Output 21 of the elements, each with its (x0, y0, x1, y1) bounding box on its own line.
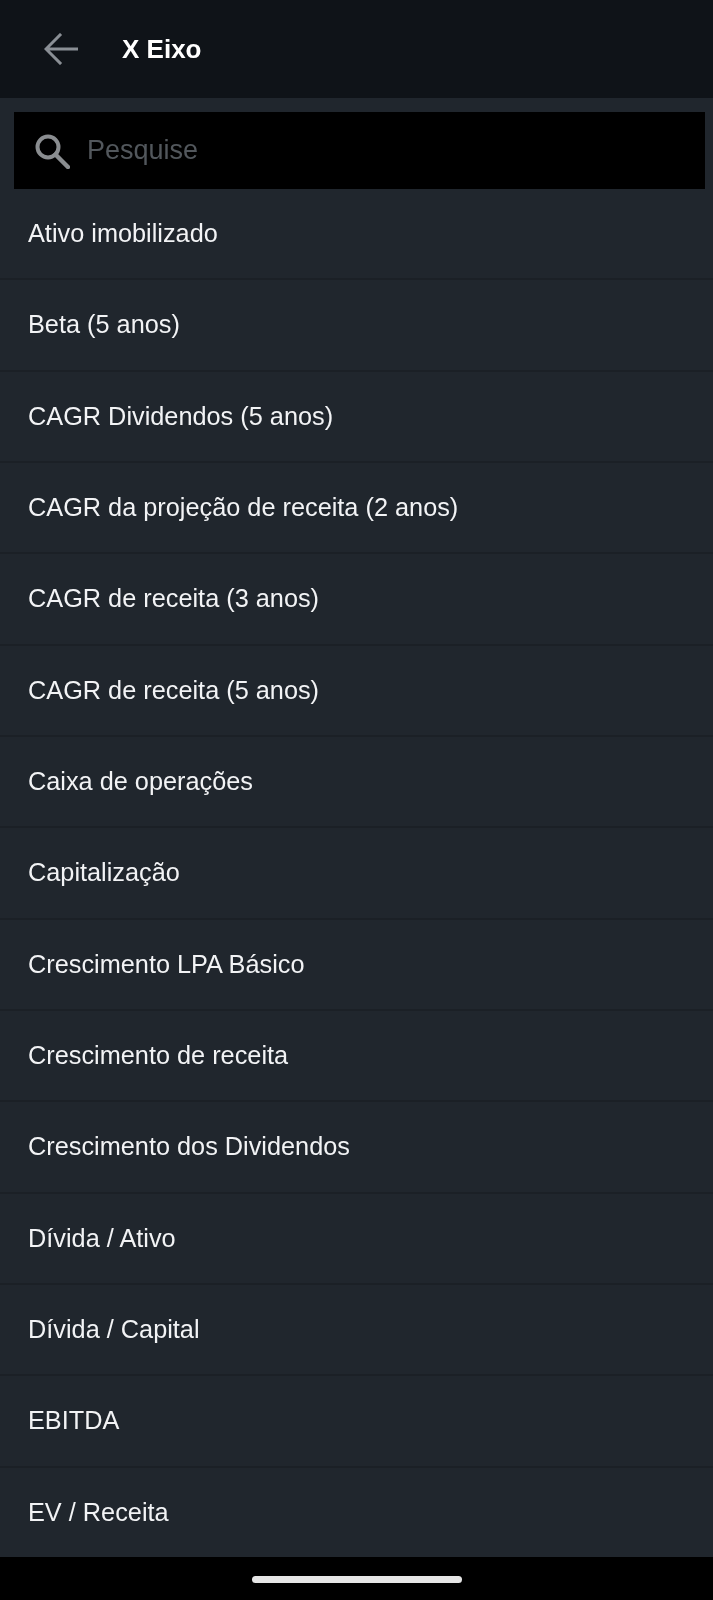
list-item[interactable]: Crescimento dos Dividendos (0, 1102, 713, 1194)
list-item[interactable]: Capitalização (0, 828, 713, 920)
search-icon (34, 132, 70, 169)
list-item[interactable]: Dívida / Ativo (0, 1193, 713, 1285)
screen-title: X Eixo (122, 33, 202, 65)
list-item[interactable]: Beta (5 anos) (0, 280, 713, 372)
home-indicator[interactable] (251, 1575, 462, 1583)
list-item[interactable]: Dívida / Capital (0, 1284, 713, 1377)
list-item[interactable]: Caixa de operações (0, 736, 713, 829)
list-item[interactable]: CAGR da projeção de receita (2 anos) (0, 463, 713, 555)
list-item[interactable]: CAGR Dividendos (5 anos) (0, 371, 713, 463)
list-item[interactable]: Crescimento de receita (0, 1010, 713, 1103)
search-input[interactable]: Pesquise (87, 131, 693, 170)
search-field[interactable]: Pesquise (14, 112, 705, 189)
list-item[interactable]: Crescimento LPA Básico (0, 919, 713, 1011)
list-item[interactable]: EBITDA (0, 1376, 713, 1468)
list-item[interactable]: CAGR de receita (5 anos) (0, 645, 713, 737)
list-item[interactable]: EV / Receita (0, 1467, 713, 1557)
list-item[interactable]: Ativo imobilizado (0, 189, 713, 281)
back-arrow-icon (44, 33, 78, 65)
list-item[interactable]: CAGR de receita (3 anos) (0, 554, 713, 646)
